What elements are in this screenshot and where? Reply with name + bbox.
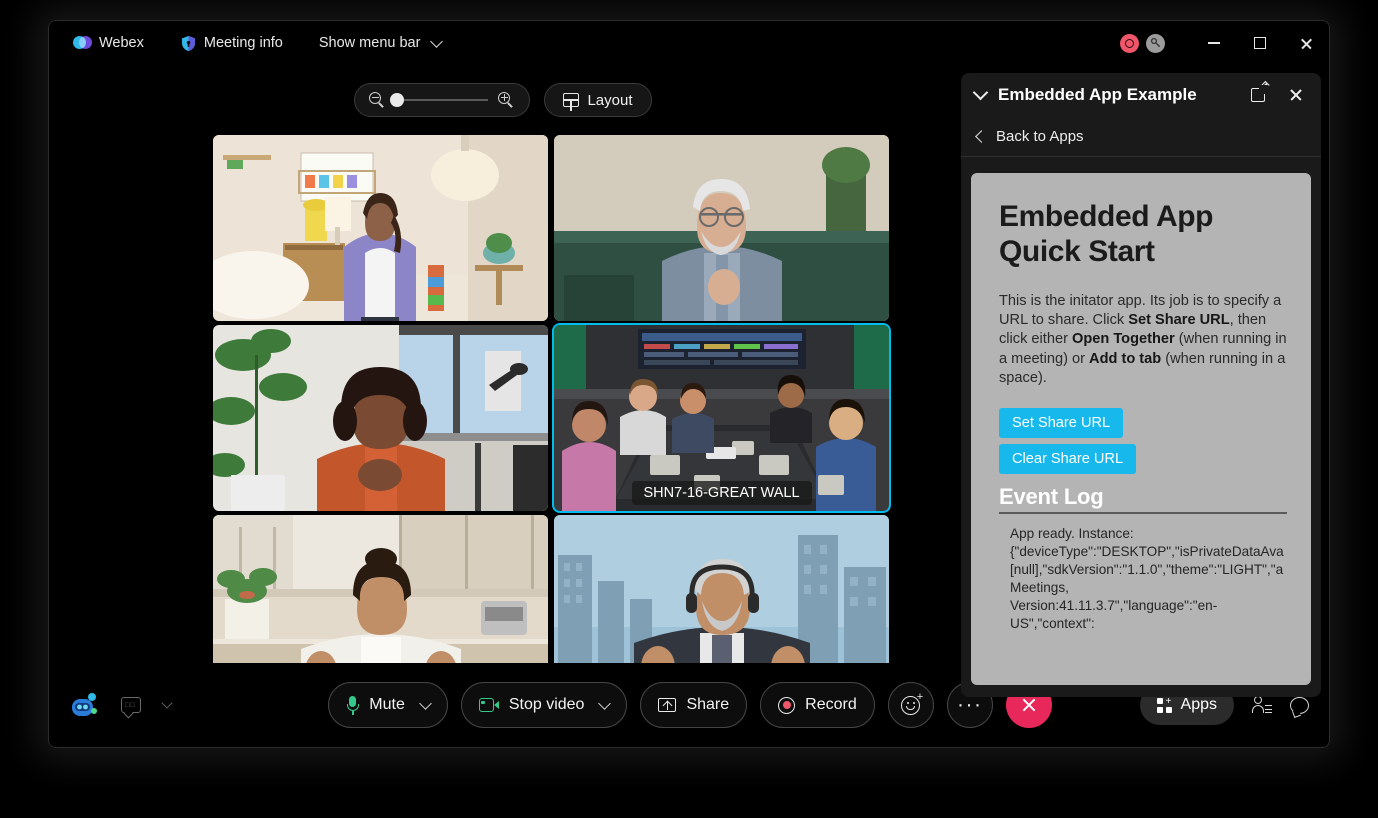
app-intro-paragraph: This is the initator app. Its job is to … (999, 292, 1287, 388)
captions-chevron-down-icon[interactable] (161, 697, 173, 709)
zoom-slider-knob[interactable] (390, 93, 405, 107)
show-menu-bar-button[interactable]: Show menu bar (309, 31, 452, 55)
zoom-out-icon[interactable] (369, 91, 386, 109)
assistant-avatar-icon[interactable] (69, 690, 99, 720)
video-options-chevron-icon[interactable] (598, 696, 612, 710)
zoom-slider-track[interactable] (390, 93, 489, 107)
mute-options-chevron-icon[interactable] (418, 696, 432, 710)
show-menu-bar-label: Show menu bar (318, 35, 421, 51)
share-label: Share (686, 696, 730, 713)
video-tile-label: SHN7-16-GREAT WALL (631, 481, 812, 505)
mute-label: Mute (369, 696, 405, 713)
reactions-button[interactable]: + (887, 682, 934, 728)
smiley-plus-icon: + (901, 691, 923, 715)
close-window-button[interactable] (1283, 21, 1329, 65)
meeting-info-label: Meeting info (203, 35, 283, 51)
minimize-button[interactable] (1191, 21, 1237, 65)
window-controls (1120, 21, 1329, 65)
maximize-button[interactable] (1237, 21, 1283, 65)
mute-button[interactable]: Mute (328, 682, 448, 728)
app-heading: Embedded App Quick Start (999, 199, 1287, 270)
event-log-text: App ready. Instance: {"deviceType":"DESK… (1010, 526, 1284, 632)
apps-grid-plus-icon: + (1156, 696, 1172, 713)
event-log-divider (999, 512, 1287, 515)
zoom-in-icon[interactable] (498, 91, 515, 109)
screen-root: Webex Meeting info Show menu bar Layout … (0, 0, 1378, 818)
title-bar: Webex Meeting info Show menu bar (49, 21, 1329, 65)
closed-captions-icon[interactable]: □□ (121, 697, 141, 713)
embedded-app-content: Embedded App Quick Start This is the ini… (971, 173, 1311, 685)
intro-bold-open-together: Open Together (1072, 331, 1175, 348)
chevron-left-icon (975, 130, 988, 143)
back-to-apps-button[interactable]: Back to Apps (961, 117, 1321, 157)
record-icon (778, 696, 796, 714)
microphone-icon (346, 695, 359, 715)
panel-header: Embedded App Example (961, 73, 1321, 117)
record-label: Record (805, 696, 857, 713)
collapse-chevron-down-icon[interactable] (972, 84, 989, 101)
encryption-key-icon[interactable] (1146, 33, 1165, 53)
close-icon (1289, 88, 1303, 102)
clear-share-url-row: Clear Share URL (999, 444, 1287, 475)
app-heading-line2: Quick Start (999, 235, 1155, 269)
event-log-title: Event Log (999, 484, 1104, 510)
stop-video-button[interactable]: Stop video (460, 682, 628, 728)
webex-logo-icon (73, 35, 92, 51)
back-to-apps-label: Back to Apps (996, 128, 1084, 145)
video-tile-3[interactable] (213, 325, 548, 511)
share-screen-icon (658, 698, 677, 712)
camera-icon (478, 698, 499, 712)
webex-brand-label: Webex (99, 35, 144, 51)
participants-icon[interactable] (1252, 696, 1272, 714)
app-heading-line1: Embedded App (999, 200, 1214, 233)
clear-share-url-button[interactable]: Clear Share URL (999, 444, 1137, 475)
video-tile-4[interactable]: SHN7-16-GREAT WALL (552, 323, 891, 513)
panel-title: Embedded App Example (998, 85, 1197, 104)
participant-video-grid: SHN7-16-GREAT WALL (213, 135, 893, 701)
share-button[interactable]: Share (640, 682, 748, 728)
webex-app-window: Webex Meeting info Show menu bar Layout … (48, 20, 1330, 748)
zoom-slider-control[interactable] (354, 83, 531, 117)
intro-bold-set-share-url: Set Share URL (1128, 312, 1230, 329)
recording-indicator-icon[interactable] (1120, 33, 1139, 53)
layout-button[interactable]: Layout (544, 83, 652, 117)
close-panel-button[interactable] (1283, 82, 1309, 108)
chevron-down-icon (430, 34, 444, 48)
close-icon (1021, 697, 1037, 713)
shield-lock-icon (180, 35, 197, 52)
chat-icon[interactable] (1290, 696, 1309, 714)
apps-label: Apps (1180, 696, 1217, 713)
toolbar-left-group: □□ (69, 690, 173, 720)
record-button[interactable]: Record (760, 682, 875, 728)
video-stage: Layout SHN7-16-GREAT WALL (49, 65, 957, 705)
video-tile-2[interactable] (554, 135, 889, 321)
webex-brand[interactable]: Webex (63, 31, 154, 55)
layout-label: Layout (587, 91, 633, 109)
layout-grid-icon (563, 93, 580, 111)
open-external-icon (1251, 83, 1268, 102)
stage-top-controls: Layout (49, 83, 957, 117)
intro-bold-add-to-tab: Add to tab (1089, 350, 1162, 367)
stop-video-label: Stop video (508, 696, 585, 713)
popout-button[interactable] (1245, 82, 1271, 108)
ellipsis-icon: ··· (956, 693, 983, 716)
embedded-app-panel: Embedded App Example Back to Apps Embedd… (961, 73, 1321, 697)
set-share-url-button[interactable]: Set Share URL (999, 408, 1124, 439)
meeting-info-button[interactable]: Meeting info (170, 31, 293, 56)
video-tile-1[interactable] (213, 135, 548, 321)
set-share-url-row: Set Share URL (999, 408, 1287, 439)
